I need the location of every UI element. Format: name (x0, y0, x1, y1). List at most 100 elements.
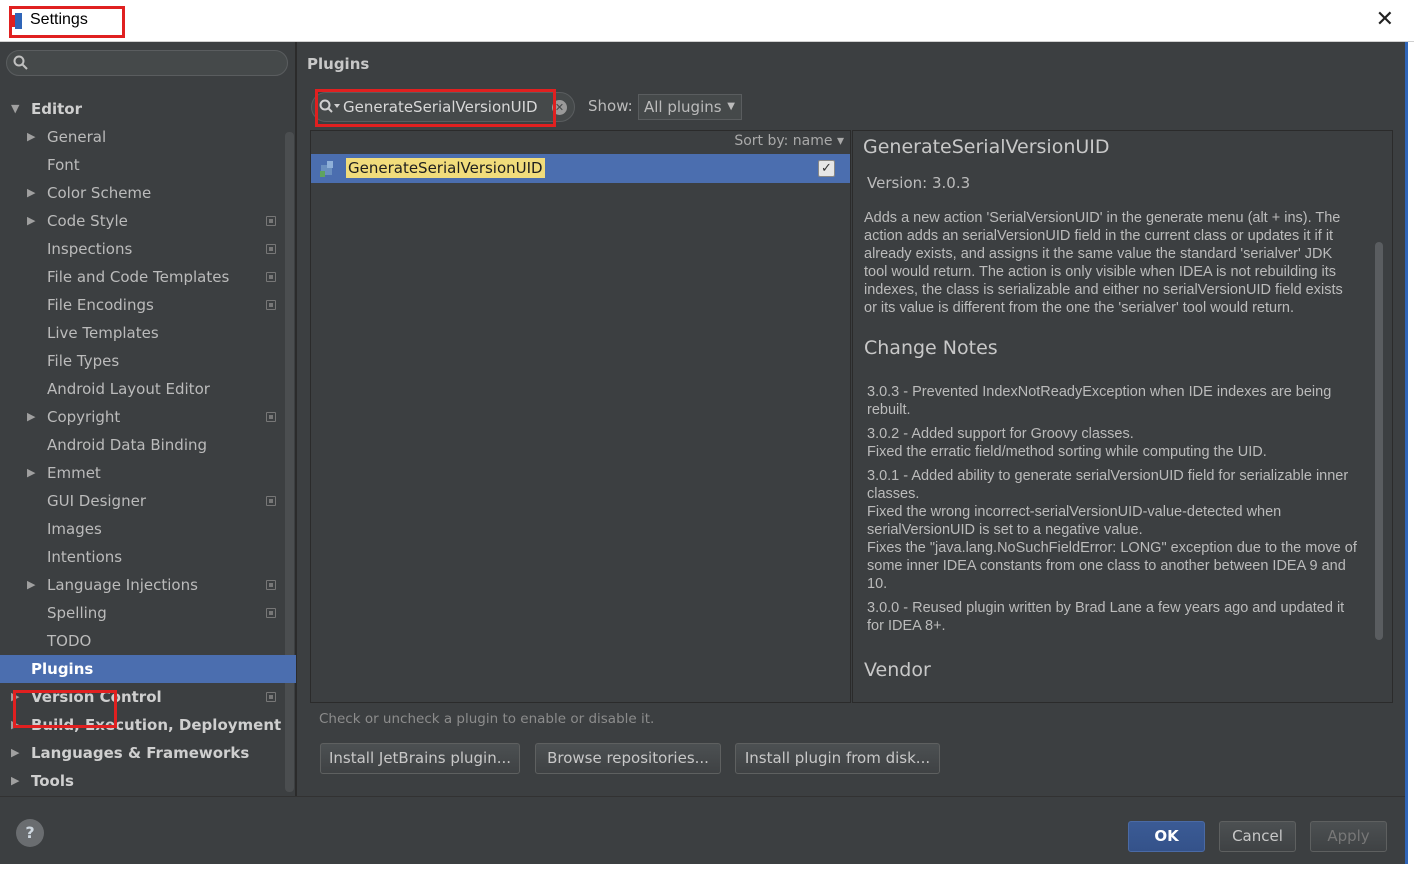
window-bottom-edge (0, 864, 1414, 871)
sidebar-scrollbar[interactable] (285, 132, 294, 792)
plugin-icon (320, 161, 333, 177)
project-scope-icon (266, 692, 276, 702)
plugin-enabled-checkbox[interactable]: ✓ (818, 160, 835, 177)
dialog-footer: ? OK Cancel Apply (0, 796, 1405, 871)
plugin-list-item[interactable]: GenerateSerialVersionUID ✓ (311, 154, 850, 183)
project-scope-icon (266, 300, 276, 310)
sidebar-item-file-types[interactable]: File Types (0, 347, 284, 375)
help-icon[interactable]: ? (16, 819, 44, 847)
sidebar-item-label: Spelling (47, 604, 107, 622)
plugin-name: GenerateSerialVersionUID (346, 158, 545, 178)
cancel-button[interactable]: Cancel (1219, 821, 1296, 852)
sidebar-item-code-style[interactable]: ▶ Code Style (0, 207, 284, 235)
show-filter-value: All plugins (644, 98, 722, 116)
sidebar-item-label: General (47, 128, 107, 146)
sidebar-item-label: Emmet (47, 464, 101, 482)
project-scope-icon (266, 580, 276, 590)
expand-arrow-down-icon[interactable]: ▼ (11, 95, 19, 123)
window-edge (1405, 42, 1414, 871)
chevron-down-icon: ▼ (727, 101, 735, 112)
settings-sidebar: ▼ Editor ▶ General Font ▶ Color Scheme ▶ Code St… (0, 42, 296, 796)
title-highlight-box (9, 6, 125, 38)
sidebar-item-general[interactable]: ▶ General (0, 123, 284, 151)
plugin-version: Version: 3.0.3 (867, 174, 971, 192)
change-notes-heading: Change Notes (864, 337, 998, 359)
sidebar-item-label: Android Data Binding (47, 436, 208, 454)
plugin-hint: Check or uncheck a plugin to enable or d… (319, 711, 655, 727)
sidebar-item-label: Images (47, 520, 102, 538)
sidebar-item-label: Plugins (31, 660, 94, 678)
sidebar-item-file-and-code-templates[interactable]: File and Code Templates (0, 263, 284, 291)
sidebar-item-label: Tools (31, 772, 74, 790)
sidebar-item-label: Live Templates (47, 324, 159, 342)
expand-arrow-right-icon[interactable]: ▶ (27, 571, 35, 599)
change-note: 3.0.2 - Added support for Groovy classes… (867, 426, 1267, 460)
sidebar-item-languages-frameworks[interactable]: ▶ Languages & Frameworks (0, 739, 284, 767)
sidebar-item-gui-designer[interactable]: GUI Designer (0, 487, 284, 515)
sidebar-item-copyright[interactable]: ▶ Copyright (0, 403, 284, 431)
sidebar-item-editor[interactable]: ▼ Editor (0, 95, 284, 123)
expand-arrow-right-icon[interactable]: ▶ (27, 403, 35, 431)
project-scope-icon (266, 216, 276, 226)
plugin-details-title: GenerateSerialVersionUID (863, 136, 1110, 158)
install-jetbrains-plugin-button[interactable]: Install JetBrains plugin... (320, 743, 520, 774)
page-title: Plugins (307, 55, 370, 73)
sidebar-item-tools[interactable]: ▶ Tools (0, 767, 284, 795)
show-filter-dropdown[interactable]: All plugins ▼ (638, 94, 742, 120)
sidebar-item-emmet[interactable]: ▶ Emmet (0, 459, 284, 487)
change-notes: 3.0.3 - Prevented IndexNotReadyException… (867, 383, 1362, 641)
sidebar-item-android-data-binding[interactable]: Android Data Binding (0, 431, 284, 459)
sidebar-item-font[interactable]: Font (0, 151, 284, 179)
expand-arrow-right-icon[interactable]: ▶ (11, 739, 19, 767)
sidebar-item-language-injections[interactable]: ▶ Language Injections (0, 571, 284, 599)
sidebar-item-android-layout-editor[interactable]: Android Layout Editor (0, 375, 284, 403)
ok-button[interactable]: OK (1128, 821, 1205, 852)
sidebar-item-inspections[interactable]: Inspections (0, 235, 284, 263)
sidebar-item-spelling[interactable]: Spelling (0, 599, 284, 627)
sidebar-item-label: Languages & Frameworks (31, 744, 250, 762)
sidebar-item-label: File Encodings (47, 296, 154, 314)
expand-arrow-right-icon[interactable]: ▶ (11, 767, 19, 795)
search-icon (13, 55, 28, 70)
sidebar-item-label: Inspections (47, 240, 133, 258)
sidebar-item-label: Copyright (47, 408, 121, 426)
sidebar-item-color-scheme[interactable]: ▶ Color Scheme (0, 179, 284, 207)
change-note: 3.0.0 - Reused plugin written by Brad La… (867, 600, 1345, 634)
project-scope-icon (266, 272, 276, 282)
plugins-page: Plugins GenerateSerialVersionUID ✕ Show:… (297, 42, 1405, 796)
expand-arrow-right-icon[interactable]: ▶ (27, 179, 35, 207)
browse-repositories-button[interactable]: Browse repositories... (535, 743, 721, 774)
close-icon[interactable]: ✕ (1376, 9, 1394, 31)
sidebar-item-plugins[interactable]: Plugins (0, 655, 296, 683)
sidebar-item-images[interactable]: Images (0, 515, 284, 543)
plugin-list: Sort by: name ▾ GenerateSerialVersionUID… (310, 130, 851, 703)
sidebar-item-intentions[interactable]: Intentions (0, 543, 284, 571)
project-scope-icon (266, 496, 276, 506)
title-bar: Settings ✕ (0, 0, 1414, 42)
expand-arrow-right-icon[interactable]: ▶ (27, 123, 35, 151)
sidebar-item-label: TODO (47, 632, 92, 650)
sidebar-item-label: Editor (31, 100, 82, 118)
sidebar-item-label: Color Scheme (47, 184, 152, 202)
sidebar-item-label: GUI Designer (47, 492, 146, 510)
sidebar-item-label: Intentions (47, 548, 123, 566)
sidebar-item-label: Code Style (47, 212, 128, 230)
show-label: Show: (588, 97, 633, 115)
sidebar-item-todo[interactable]: TODO (0, 627, 284, 655)
sidebar-item-live-templates[interactable]: Live Templates (0, 319, 284, 347)
change-note: 3.0.3 - Prevented IndexNotReadyException… (867, 384, 1332, 418)
install-from-disk-button[interactable]: Install plugin from disk... (735, 743, 940, 774)
details-scrollbar[interactable] (1375, 242, 1383, 640)
apply-button[interactable]: Apply (1310, 821, 1387, 852)
plugins-highlight-box (13, 690, 117, 728)
sidebar-item-label: Font (47, 156, 80, 174)
project-scope-icon (266, 608, 276, 618)
sidebar-item-label: File and Code Templates (47, 268, 230, 286)
sidebar-item-label: Language Injections (47, 576, 198, 594)
expand-arrow-right-icon[interactable]: ▶ (27, 207, 35, 235)
sort-dropdown[interactable]: Sort by: name ▾ (734, 133, 844, 149)
plugin-description: Adds a new action 'SerialVersionUID' in … (864, 210, 1343, 316)
sidebar-search-input[interactable] (6, 50, 288, 76)
expand-arrow-right-icon[interactable]: ▶ (27, 459, 35, 487)
sidebar-item-file-encodings[interactable]: File Encodings (0, 291, 284, 319)
